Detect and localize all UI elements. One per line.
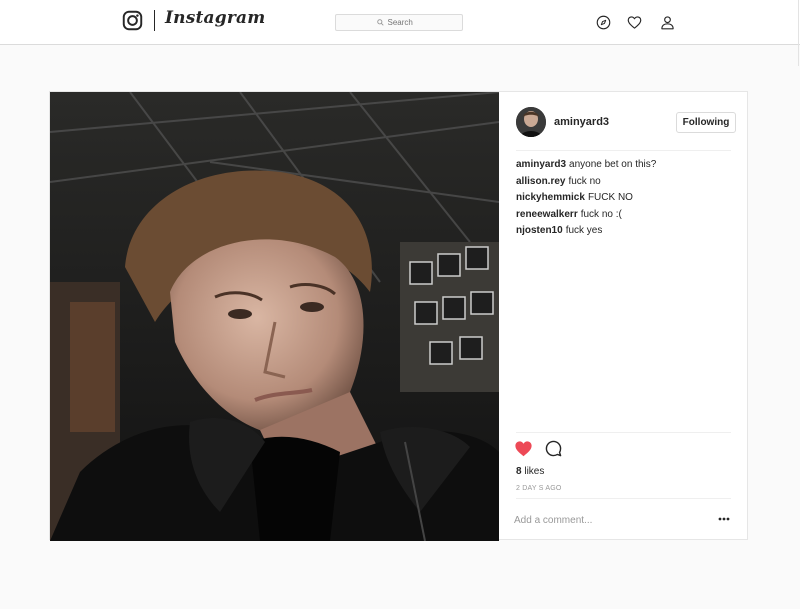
- comment-list: aminyard3 anyone bet on this? allison.rey…: [516, 159, 736, 242]
- window-edge: [798, 0, 799, 66]
- comment-bubble-icon[interactable]: [545, 440, 562, 457]
- search-box[interactable]: [335, 14, 463, 31]
- author-username[interactable]: aminyard3: [554, 116, 609, 128]
- comment-text: fuck no: [568, 175, 601, 187]
- divider: [516, 432, 731, 433]
- comment-item: allison.rey fuck no: [516, 176, 736, 188]
- add-comment-input[interactable]: [514, 511, 704, 529]
- instagram-wordmark[interactable]: Instagram: [165, 8, 265, 28]
- post-sidebar: aminyard3 Following aminyard3 anyone bet …: [499, 92, 748, 539]
- comment-username[interactable]: aminyard3: [516, 159, 566, 170]
- search-icon: [376, 19, 384, 26]
- comment-item: njosten10 fuck yes: [516, 225, 736, 237]
- comment-text: fuck yes: [565, 225, 603, 236]
- comment-username[interactable]: reneewalkerr: [516, 209, 578, 220]
- author-avatar[interactable]: [516, 107, 546, 137]
- compass-icon[interactable]: [596, 15, 611, 30]
- more-options-icon[interactable]: [718, 516, 730, 522]
- like-count[interactable]: 8 likes: [516, 466, 544, 477]
- comment-text: anyone bet on this?: [569, 159, 657, 170]
- post-photo[interactable]: [50, 92, 499, 541]
- divider: [516, 150, 731, 151]
- comment-item: nickyhemmick FUCK NO: [516, 192, 736, 204]
- search-input[interactable]: [387, 18, 422, 27]
- comment-text: fuck no :(: [580, 208, 622, 220]
- comment-item: reneewalkerr fuck no :(: [516, 209, 736, 221]
- heart-icon[interactable]: [627, 15, 642, 30]
- comment-text: FUCK NO: [587, 192, 633, 203]
- comment-username[interactable]: njosten10: [516, 225, 563, 236]
- instagram-camera-icon[interactable]: [122, 10, 143, 31]
- post-timestamp: 2 DAY S AGO: [516, 485, 562, 492]
- profile-icon[interactable]: [660, 15, 675, 30]
- comment-item: aminyard3 anyone bet on this?: [516, 159, 736, 171]
- liked-heart-icon[interactable]: [514, 440, 533, 457]
- divider: [516, 498, 731, 499]
- post-card: aminyard3 Following aminyard3 anyone bet …: [49, 91, 748, 541]
- following-button[interactable]: Following: [676, 112, 736, 133]
- top-navigation-bar: Instagram: [0, 0, 800, 45]
- comment-username[interactable]: allison.rey: [516, 176, 565, 187]
- logo-divider: [154, 10, 155, 31]
- comment-username[interactable]: nickyhemmick: [516, 192, 585, 203]
